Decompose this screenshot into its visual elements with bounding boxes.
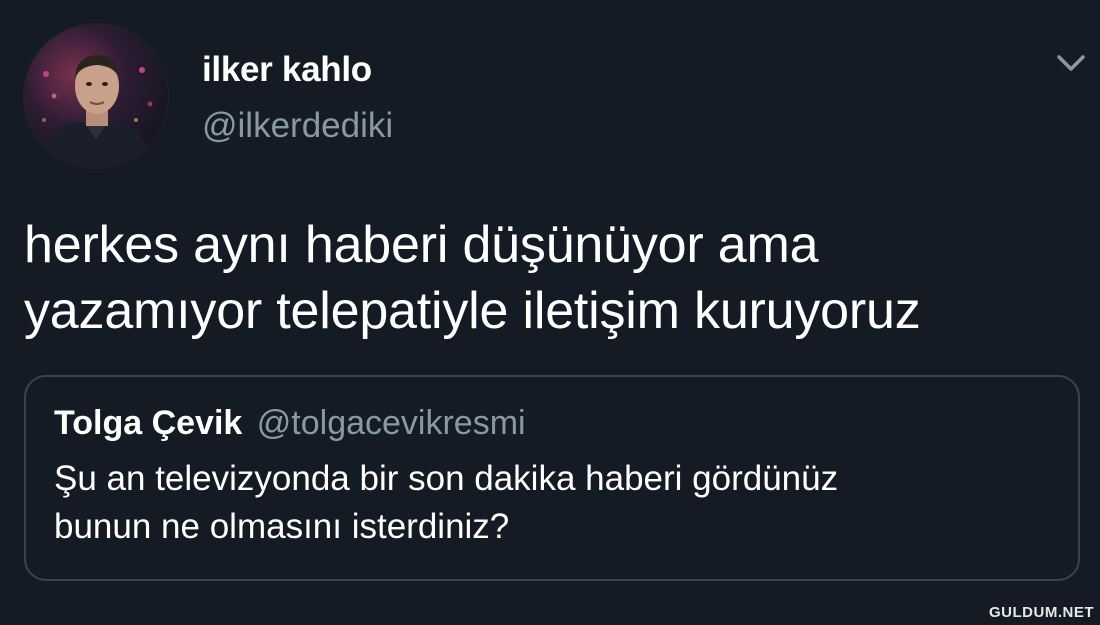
- avatar-photo: [24, 24, 168, 168]
- quoted-tweet-card[interactable]: Tolga Çevik @tolgacevikresmi Şu an telev…: [24, 375, 1080, 581]
- avatar[interactable]: [24, 24, 168, 168]
- quoted-tweet-text-line: Şu an televizyonda bir son dakika haberi…: [54, 459, 839, 498]
- tweet: ilker kahlo @ilkerdediki herkes aynı hab…: [0, 0, 1100, 625]
- tweet-text: herkes aynı haberi düşünüyor ama yazamıy…: [24, 212, 1084, 344]
- quoted-author-display-name: Tolga Çevik: [54, 404, 243, 442]
- tweet-text-line: herkes aynı haberi düşünüyor ama: [24, 216, 819, 274]
- quoted-tweet-text-line: bunun ne olmasını isterdiniz?: [54, 507, 510, 546]
- quoted-author-handle: @tolgacevikresmi: [256, 404, 526, 442]
- watermark: GULDUM.NET: [989, 604, 1094, 621]
- author-handle[interactable]: @ilkerdediki: [202, 104, 393, 148]
- quoted-tweet-header: Tolga Çevik @tolgacevikresmi: [54, 403, 526, 450]
- quoted-tweet-text: Şu an televizyonda bir son dakika haberi…: [54, 455, 1054, 551]
- author-display-name[interactable]: ilker kahlo: [202, 48, 372, 92]
- chevron-down-icon[interactable]: [1053, 48, 1089, 78]
- tweet-text-line: yazamıyor telepatiyle iletişim kuruyoruz: [24, 282, 921, 340]
